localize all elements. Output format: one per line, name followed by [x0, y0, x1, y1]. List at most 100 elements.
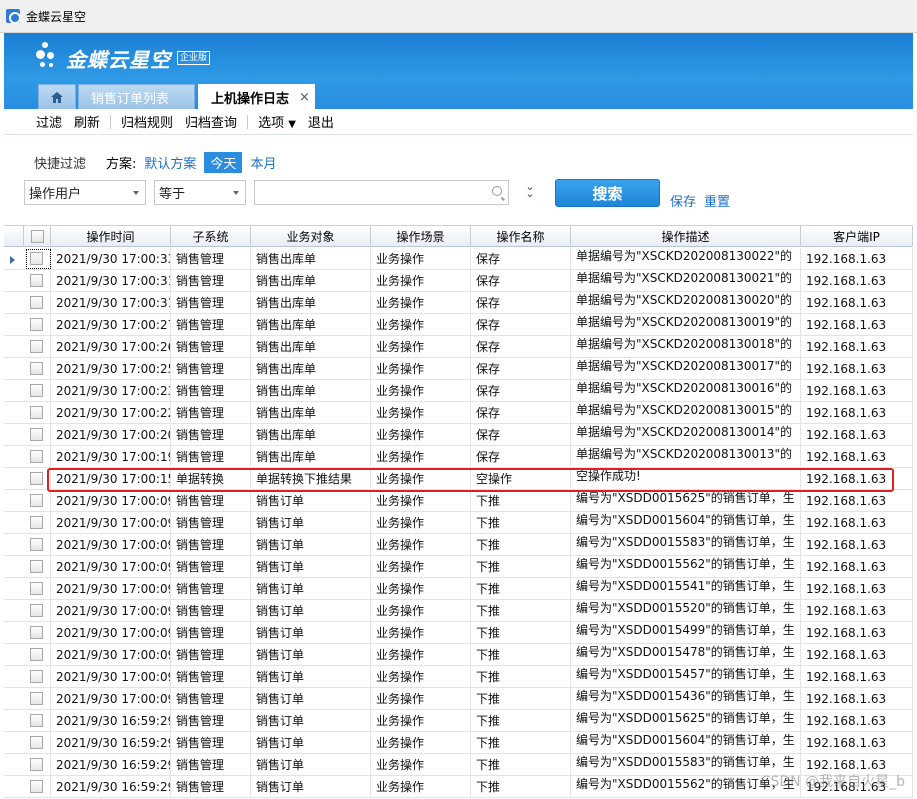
filter-field-select[interactable]: 操作用户	[24, 180, 146, 205]
row-checkbox[interactable]	[30, 582, 43, 595]
cell-subsystem: 销售管理	[171, 358, 251, 380]
cell-client-ip: 192.168.1.63	[801, 292, 913, 314]
scheme-this-month[interactable]: 本月	[250, 153, 276, 172]
row-checkbox[interactable]	[30, 758, 43, 771]
quick-filter-bar: 快捷过滤 方案: 默认方案 今天 本月	[34, 152, 284, 173]
cell-scene: 业务操作	[371, 732, 471, 754]
tab-home[interactable]	[38, 84, 76, 109]
exit-button[interactable]: 退出	[308, 112, 334, 131]
row-checkbox[interactable]	[30, 736, 43, 749]
table-row[interactable]: 2021/9/30 17:00:33 销售管理 销售出库单 业务操作 保存 单据编号为"X…	[4, 248, 913, 270]
row-checkbox[interactable]	[30, 450, 43, 463]
filter-operator-select[interactable]: 等于	[154, 180, 246, 205]
row-checkbox[interactable]	[30, 780, 43, 793]
edition-badge: 企业版	[177, 51, 211, 65]
row-checkbox[interactable]	[30, 692, 43, 705]
cell-business-object: 销售出库单	[251, 402, 371, 424]
reset-link[interactable]: 重置	[704, 191, 730, 210]
col-header-subsystem[interactable]: 子系统	[171, 226, 251, 247]
cell-description: 编号为"XSDD0015499"的销售订单，生	[571, 622, 801, 644]
table-row[interactable]: 2021/9/30 17:00:26 销售管理 销售出库单 业务操作 保存 单据编号为"X…	[4, 336, 913, 358]
options-button[interactable]: 选项 ▼	[258, 112, 296, 131]
col-header-business-object[interactable]: 业务对象	[251, 226, 371, 247]
cell-operation: 下推	[471, 556, 571, 578]
row-checkbox[interactable]	[30, 472, 43, 485]
row-checkbox[interactable]	[30, 406, 43, 419]
tab-sales-order-list[interactable]: 销售订单列表	[78, 84, 195, 109]
col-header-client-ip[interactable]: 客户端IP	[801, 226, 913, 247]
cell-time: 2021/9/30 16:59:29	[51, 732, 171, 754]
col-header-scene[interactable]: 操作场景	[371, 226, 471, 247]
col-header-operation[interactable]: 操作名称	[471, 226, 571, 247]
table-row[interactable]: 2021/9/30 17:00:22 销售管理 销售出库单 业务操作 保存 单据编号为"X…	[4, 402, 913, 424]
save-scheme-link[interactable]: 保存	[670, 191, 696, 210]
table-row[interactable]: 2021/9/30 17:00:31 销售管理 销售出库单 业务操作 保存 单据编号为"X…	[4, 270, 913, 292]
cell-time: 2021/9/30 17:00:09	[51, 666, 171, 688]
table-row[interactable]: 2021/9/30 17:00:15 单据转换 单据转换下推结果 业务操作 空操作 空操作…	[4, 468, 913, 490]
cell-subsystem: 销售管理	[171, 732, 251, 754]
table-row[interactable]: 2021/9/30 16:59:29 销售管理 销售订单 业务操作 下推 编号为"XSDD…	[4, 710, 913, 732]
cell-business-object: 销售订单	[251, 644, 371, 666]
filter-button[interactable]: 过滤	[36, 112, 62, 131]
search-button[interactable]: 搜索	[555, 179, 660, 207]
row-checkbox[interactable]	[30, 648, 43, 661]
cell-business-object: 销售订单	[251, 666, 371, 688]
table-row[interactable]: 2021/9/30 17:00:25 销售管理 销售出库单 业务操作 保存 单据编号为"X…	[4, 358, 913, 380]
row-checkbox[interactable]	[30, 296, 43, 309]
scheme-today[interactable]: 今天	[204, 152, 243, 173]
row-checkbox[interactable]	[30, 516, 43, 529]
table-row[interactable]: 2021/9/30 17:00:09 销售管理 销售订单 业务操作 下推 编号为"XSDD…	[4, 644, 913, 666]
search-icon[interactable]	[492, 186, 502, 196]
table-row[interactable]: 2021/9/30 17:00:09 销售管理 销售订单 业务操作 下推 编号为"XSDD…	[4, 512, 913, 534]
row-checkbox[interactable]	[30, 714, 43, 727]
row-checkbox[interactable]	[30, 362, 43, 375]
cell-scene: 业务操作	[371, 270, 471, 292]
table-row[interactable]: 2021/9/30 17:00:20 销售管理 销售出库单 业务操作 保存 单据编号为"X…	[4, 424, 913, 446]
table-row[interactable]: 2021/9/30 17:00:09 销售管理 销售订单 业务操作 下推 编号为"XSDD…	[4, 556, 913, 578]
row-checkbox[interactable]	[30, 274, 43, 287]
table-row[interactable]: 2021/9/30 17:00:09 销售管理 销售订单 业务操作 下推 编号为"XSDD…	[4, 490, 913, 512]
refresh-button[interactable]: 刷新	[74, 112, 100, 131]
row-select-cell	[24, 270, 51, 292]
scheme-default[interactable]: 默认方案	[144, 153, 196, 172]
row-checkbox[interactable]	[30, 626, 43, 639]
row-select-cell	[24, 622, 51, 644]
row-checkbox[interactable]	[30, 318, 43, 331]
expand-filter-icon[interactable]: ⌄ ⌄	[524, 181, 536, 199]
table-row[interactable]: 2021/9/30 16:59:29 销售管理 销售订单 业务操作 下推 编号为"XSDD…	[4, 732, 913, 754]
close-tab-icon[interactable]: ×	[299, 90, 310, 105]
app-icon	[6, 9, 21, 24]
cell-client-ip: 192.168.1.63	[801, 336, 913, 358]
table-row[interactable]: 2021/9/30 17:00:09 销售管理 销售订单 业务操作 下推 编号为"XSDD…	[4, 534, 913, 556]
table-row[interactable]: 2021/9/30 17:00:09 销售管理 销售订单 业务操作 下推 编号为"XSDD…	[4, 666, 913, 688]
table-row[interactable]: 2021/9/30 17:00:09 销售管理 销售订单 业务操作 下推 编号为"XSDD…	[4, 688, 913, 710]
row-checkbox[interactable]	[30, 560, 43, 573]
cell-description: 编号为"XSDD0015625"的销售订单，生	[571, 490, 801, 512]
table-row[interactable]: 2021/9/30 17:00:23 销售管理 销售出库单 业务操作 保存 单据编号为"X…	[4, 380, 913, 402]
table-row[interactable]: 2021/9/30 17:00:31 销售管理 销售出库单 业务操作 保存 单据编号为"X…	[4, 292, 913, 314]
row-checkbox[interactable]	[30, 670, 43, 683]
table-row[interactable]: 2021/9/30 17:00:09 销售管理 销售订单 业务操作 下推 编号为"XSDD…	[4, 578, 913, 600]
watermark: CSDN @我来自火星_b	[760, 774, 905, 790]
cell-operation: 下推	[471, 622, 571, 644]
row-checkbox[interactable]	[30, 604, 43, 617]
col-header-description[interactable]: 操作描述	[571, 226, 801, 247]
table-row[interactable]: 2021/9/30 17:00:27 销售管理 销售出库单 业务操作 保存 单据编号为"X…	[4, 314, 913, 336]
row-select-cell	[24, 666, 51, 688]
archive-rule-button[interactable]: 归档规则	[121, 112, 173, 131]
row-checkbox[interactable]	[30, 340, 43, 353]
row-checkbox[interactable]	[30, 494, 43, 507]
filter-value-input[interactable]	[254, 180, 509, 205]
cell-business-object: 销售出库单	[251, 380, 371, 402]
cell-business-object: 销售出库单	[251, 358, 371, 380]
tab-operation-log[interactable]: 上机操作日志 ×	[198, 84, 315, 109]
row-checkbox[interactable]	[30, 384, 43, 397]
select-all-checkbox[interactable]	[30, 230, 44, 243]
archive-query-button[interactable]: 归档查询	[185, 112, 237, 131]
table-row[interactable]: 2021/9/30 17:00:19 销售管理 销售出库单 业务操作 保存 单据编号为"X…	[4, 446, 913, 468]
table-row[interactable]: 2021/9/30 17:00:09 销售管理 销售订单 业务操作 下推 编号为"XSDD…	[4, 600, 913, 622]
row-checkbox[interactable]	[30, 538, 43, 551]
table-row[interactable]: 2021/9/30 17:00:09 销售管理 销售订单 业务操作 下推 编号为"XSDD…	[4, 622, 913, 644]
col-header-time[interactable]: 操作时间	[51, 226, 171, 247]
row-checkbox[interactable]	[30, 428, 43, 441]
